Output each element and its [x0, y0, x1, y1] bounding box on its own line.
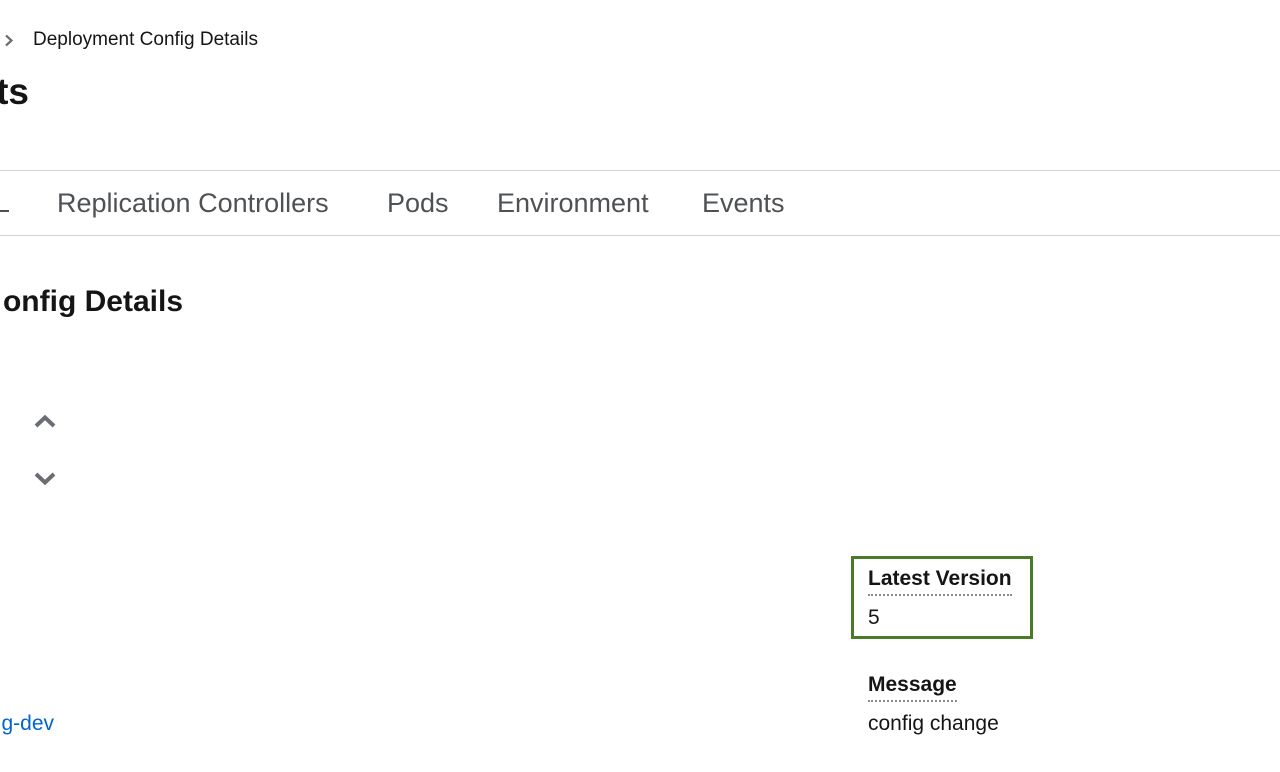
breadcrumb: Deployment Config Details	[0, 26, 258, 54]
tab-bar: Replication Controllers Pods Environment…	[0, 170, 1280, 236]
chevron-up-icon[interactable]	[33, 412, 57, 430]
message-label[interactable]: Message	[868, 672, 957, 702]
page-title: ts	[0, 71, 29, 112]
tab-clipped-fragment	[0, 210, 9, 212]
breadcrumb-current: Deployment Config Details	[33, 29, 258, 50]
page: Deployment Config Details ts Replication…	[0, 0, 1280, 772]
chevron-down-icon[interactable]	[33, 470, 57, 488]
message-value: config change	[868, 712, 999, 735]
namespace-link[interactable]: g-dev	[1, 711, 54, 737]
tab-replication-controllers[interactable]: Replication Controllers	[57, 171, 329, 235]
section-title: onfig Details	[2, 285, 183, 318]
latest-version-value: 5	[868, 606, 880, 629]
tab-pods[interactable]: Pods	[387, 171, 449, 235]
chevron-right-icon	[0, 26, 22, 54]
tab-events[interactable]: Events	[702, 171, 785, 235]
tab-clipped[interactable]	[0, 171, 9, 235]
tab-environment[interactable]: Environment	[497, 171, 649, 235]
latest-version-label[interactable]: Latest Version	[868, 566, 1012, 596]
